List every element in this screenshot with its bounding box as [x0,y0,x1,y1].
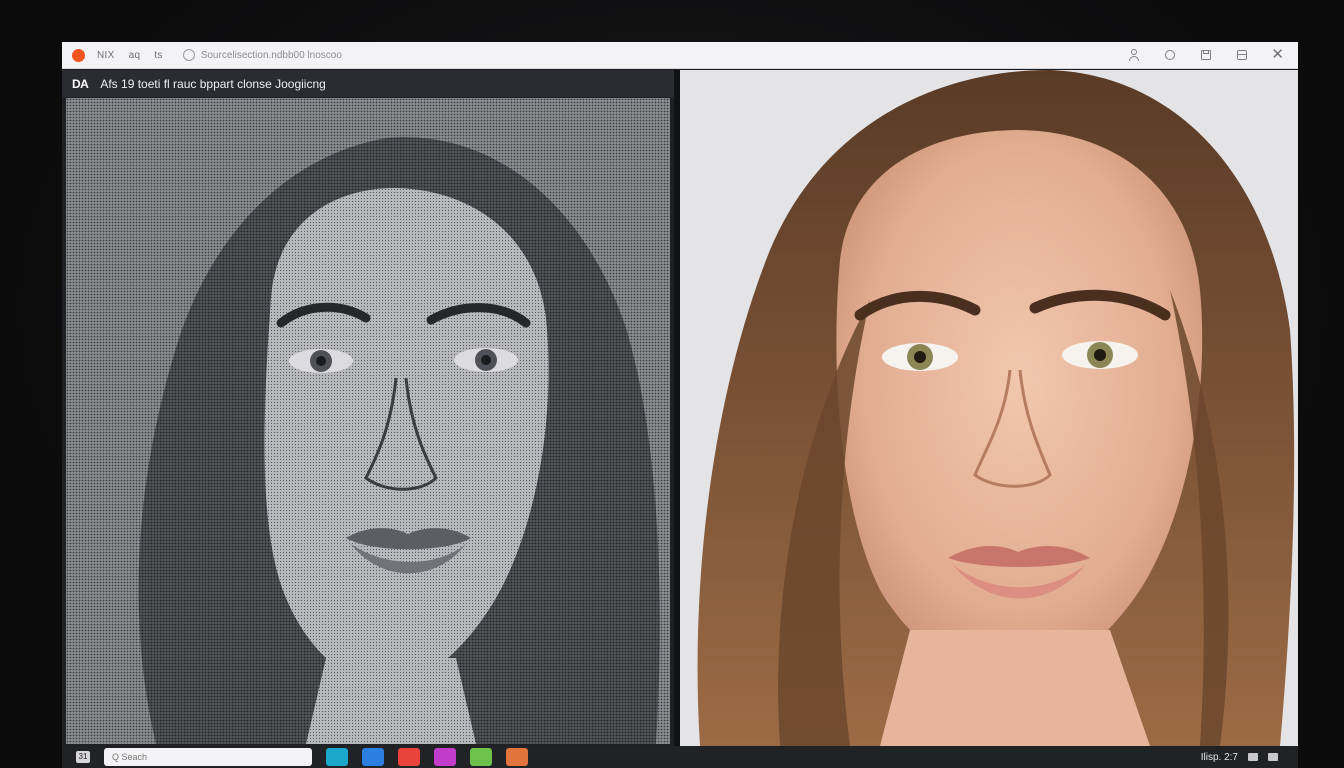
save-icon[interactable] [1199,48,1213,62]
menu-item-1[interactable]: aq [129,50,141,61]
taskbar-search-input[interactable]: Q Seach [104,748,312,766]
halftone-portrait-image[interactable] [66,98,670,744]
address-text: Sourcelisection.ndbb00 lnoscoo [200,49,342,61]
halftone-portrait-svg [66,98,670,744]
address-bar[interactable]: Sourcelisection.ndbb00 lnoscoo [182,49,342,61]
taskbar-app-2[interactable] [398,748,420,766]
globe-icon [182,49,195,61]
menu-item-2[interactable]: ts [154,50,162,61]
color-portrait-image[interactable] [680,70,1298,746]
search-placeholder: Q Seach [112,752,148,762]
start-button[interactable]: 31 [76,751,90,763]
brand-logo: DA [72,76,89,91]
tray-icon-1[interactable] [1248,753,1258,761]
tray-status-text[interactable]: Ilisp. 2:7 [1201,752,1238,763]
settings-icon[interactable] [1163,48,1177,62]
menu-item-0[interactable]: NIX [97,50,115,61]
window-controls: ✕ [1127,47,1284,62]
left-panel: DA Afs 19 toeti fl rauc bppart clonse Jo… [62,70,674,746]
profile-icon[interactable] [1127,48,1141,62]
taskbar-app-3[interactable] [434,748,456,766]
close-icon[interactable]: ✕ [1271,47,1284,62]
tray-icon-2[interactable] [1268,753,1278,761]
window-icon[interactable] [1235,48,1249,62]
app-logo-icon[interactable] [72,48,85,62]
taskbar-apps [326,748,528,766]
taskbar-app-5[interactable] [506,748,528,766]
taskbar-app-4[interactable] [470,748,492,766]
screen: NIX aq ts Sourcelisection.ndbb00 lnoscoo… [62,42,1298,768]
right-panel [680,70,1298,746]
system-tray: Ilisp. 2:7 [1201,752,1278,763]
taskbar-app-0[interactable] [326,748,348,766]
browser-titlebar: NIX aq ts Sourcelisection.ndbb00 lnoscoo… [62,42,1298,69]
taskbar-app-1[interactable] [362,748,384,766]
taskbar: 31 Q Seach Ilisp. 2:7 [62,746,1298,768]
left-panel-title: Afs 19 toeti fl rauc bppart clonse Joogi… [100,76,326,91]
left-panel-header: DA Afs 19 toeti fl rauc bppart clonse Jo… [62,70,674,97]
